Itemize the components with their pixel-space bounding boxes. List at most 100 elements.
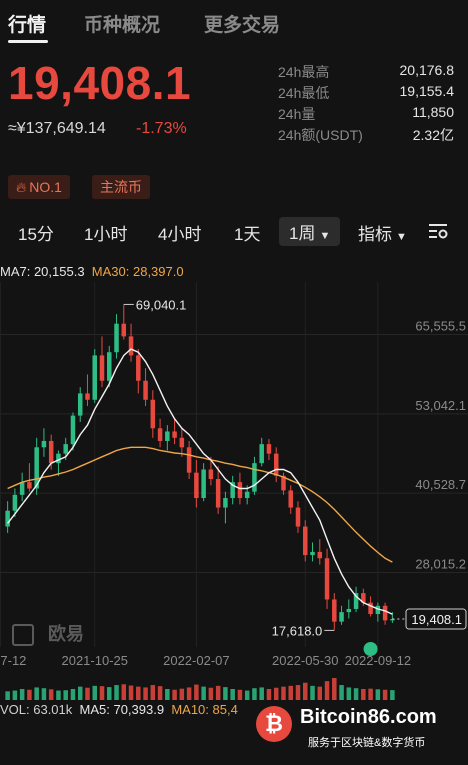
volume-bar (368, 688, 373, 700)
candle-body (48, 440, 54, 464)
volume-bar (324, 681, 330, 700)
candle-body (63, 444, 68, 454)
candle-body (288, 490, 293, 508)
volume-bar (346, 687, 352, 700)
exchange-watermark: 欧易 (12, 620, 84, 647)
period-1w-label: 1周 (289, 224, 316, 243)
volume-bar (252, 688, 257, 700)
candle-body (27, 482, 32, 489)
volume-bar (317, 686, 323, 700)
candle-body (208, 469, 214, 480)
ma7-line (7, 348, 393, 615)
candle-body (5, 510, 10, 527)
volume-bar (99, 686, 105, 700)
volume-bar (375, 689, 381, 700)
category-badge[interactable]: 主流币 (92, 175, 150, 199)
volume-bar (281, 686, 286, 700)
volume-bar (237, 689, 243, 700)
volume-bar (27, 689, 32, 700)
period-1w[interactable]: 1周 ▼ (279, 217, 341, 246)
tab-coin-overview[interactable]: 币种概况 (84, 10, 160, 37)
period-4h[interactable]: 4小时 (158, 220, 201, 245)
buy-marker-icon (363, 642, 378, 656)
x-tick-label: 2022-05-30 (272, 653, 339, 668)
ma30-value: MA30: 28,397.0 (91, 264, 184, 279)
candle-body (92, 355, 97, 400)
bitcoin-logo-icon: ₿ (256, 706, 292, 742)
volume-legend: VOL: 63.01k MA5: 70,393.9 MA10: 85,4 (0, 702, 238, 717)
top-tab-bar: 行情 币种概况 更多交易 (0, 0, 468, 44)
rank-label: NO.1 (29, 179, 62, 195)
candle-body (157, 428, 163, 441)
volume-bar (303, 682, 308, 700)
candle-body (179, 437, 185, 448)
candle-body (382, 605, 388, 621)
stat-label: 24h最高 (278, 64, 330, 80)
chevron-down-icon: ▼ (319, 230, 331, 242)
candle-body (201, 469, 206, 499)
vol-ma10-value: MA10: 85,4 (171, 702, 238, 717)
candle-body (19, 482, 25, 495)
volume-bar (244, 690, 250, 700)
volume-bar (223, 687, 228, 700)
tab-market[interactable]: 行情 (8, 10, 46, 37)
stat-value: 20,176.8 (399, 62, 455, 78)
volume-bar (150, 685, 156, 700)
volume-bar (5, 691, 10, 700)
volume-bar (114, 685, 119, 700)
candle-body (303, 526, 308, 556)
okx-watermark-text: 欧易 (48, 624, 84, 644)
volume-bar (128, 685, 134, 700)
volume-bar (215, 685, 221, 700)
volume-bar (92, 685, 97, 700)
chart-settings-icon[interactable] (428, 222, 448, 240)
high-annotation: 69,040.1 (136, 297, 187, 312)
volume-bar (48, 689, 54, 700)
stat-row: 24h额(USDT) 2.32亿 (278, 125, 454, 146)
volume-bar (353, 688, 359, 700)
candle-body (259, 444, 264, 464)
candle-body (165, 431, 170, 441)
y-tick-label: 40,528.7 (415, 477, 466, 492)
price-change: -1.73% (136, 120, 187, 137)
candle-body (107, 352, 112, 381)
period-1d[interactable]: 1天 (234, 220, 260, 245)
site-watermark: ₿ Bitcoin86.com 服务于区块链&数字货币 (250, 704, 468, 762)
volume-bar (310, 685, 315, 700)
stat-value: 11,850 (412, 104, 454, 120)
candle-body (194, 472, 199, 499)
fullscreen-icon[interactable] (12, 624, 34, 647)
ma7-value: MA7: 20,155.3 (0, 264, 85, 279)
volume-bar (70, 689, 76, 700)
tab-more-trading[interactable]: 更多交易 (204, 10, 280, 37)
volume-bar (41, 688, 47, 700)
volume-bar (186, 687, 192, 700)
volume-bar (172, 689, 177, 700)
watermark-subtitle: 服务于区块链&数字货币 (308, 737, 426, 749)
candle-body (368, 602, 373, 615)
stat-row: 24h最高 20,176.8 (278, 62, 454, 83)
vol-value: VOL: 63.01k (0, 702, 73, 717)
indicator-dropdown[interactable]: 指标 ▼ (358, 220, 407, 245)
candle-body (114, 323, 119, 353)
volume-bar (288, 685, 293, 700)
ma30-line (7, 446, 393, 563)
volume-bar (19, 689, 25, 700)
chevron-down-icon: ▼ (396, 231, 407, 243)
volume-bar (121, 684, 127, 700)
period-15m[interactable]: 15分 (18, 220, 54, 245)
candle-body (244, 491, 250, 499)
candle-body (339, 612, 344, 622)
period-1h[interactable]: 1小时 (84, 220, 127, 245)
volume-bar (332, 678, 337, 700)
rank-badge[interactable]: 🔥︎ NO.1 (8, 175, 70, 199)
candle-body (85, 393, 90, 400)
volume-bar (266, 689, 272, 700)
volume-bar (63, 690, 68, 700)
stat-row: 24h最低 19,155.4 (278, 83, 454, 104)
volume-bar (157, 686, 163, 700)
candle-body (128, 336, 134, 356)
candle-body (273, 453, 279, 476)
volume-bar (56, 690, 61, 700)
stat-value: 2.32亿 (412, 127, 454, 143)
